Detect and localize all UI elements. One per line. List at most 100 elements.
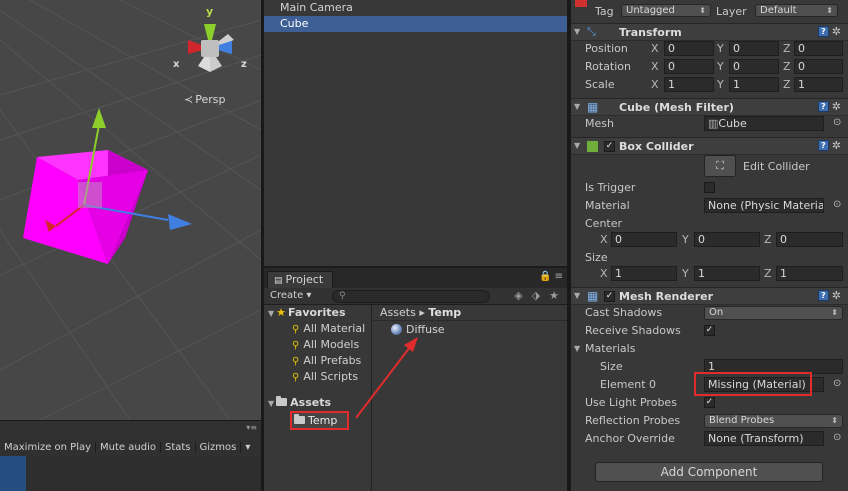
favorite-item[interactable]: ⚲ All Prefabs <box>264 353 371 369</box>
help-icon[interactable]: ? <box>817 290 829 301</box>
object-picker-icon[interactable]: ⊙ <box>833 378 841 389</box>
center-label: Center <box>585 217 623 230</box>
box-collider-header[interactable]: ▼ ✓ Box Collider ? ✲ <box>571 137 848 155</box>
gameobject-icon <box>575 0 587 7</box>
box-collider-enabled-checkbox[interactable]: ✓ <box>604 141 615 152</box>
scale-x-field[interactable]: 1 <box>664 77 714 92</box>
projection-toggle[interactable]: ≺ Persp <box>184 93 225 106</box>
collider-size-label: Size <box>585 251 608 264</box>
mesh-value: Cube <box>718 117 747 130</box>
folder-temp[interactable]: Temp <box>290 411 349 430</box>
project-search-input[interactable]: ⚲ <box>332 290 490 303</box>
gear-icon[interactable]: ✲ <box>832 290 841 301</box>
dropdown-arrow-icon: ⬍ <box>831 308 838 317</box>
is-trigger-checkbox[interactable]: ✓ <box>704 182 715 193</box>
hierarchy-item-main-camera[interactable]: Main Camera <box>264 0 567 16</box>
center-x-field[interactable]: 0 <box>611 232 677 247</box>
object-picker-icon[interactable]: ⊙ <box>833 117 841 128</box>
light-probes-checkbox[interactable]: ✓ <box>704 397 715 408</box>
favorite-item[interactable]: ⚲ All Material <box>264 321 371 337</box>
materials-size-label: Size <box>600 360 623 373</box>
reflection-probes-dropdown[interactable]: Blend Probes ⬍ <box>704 414 843 428</box>
axis-y-label: Y <box>717 78 724 91</box>
maximize-on-play-button[interactable]: Maximize on Play <box>0 441 97 453</box>
gizmos-button[interactable]: Gizmos <box>196 441 242 453</box>
size-y-field[interactable]: 1 <box>694 266 760 281</box>
edit-collider-button[interactable]: ⛶ <box>704 155 736 177</box>
favorite-item[interactable]: ⚲ All Models <box>264 337 371 353</box>
gizmos-dropdown-icon[interactable]: ▾ <box>241 442 254 453</box>
mesh-renderer-header[interactable]: ▼ ▦ ✓ Mesh Renderer ? ✲ <box>571 287 848 305</box>
object-picker-icon[interactable]: ⊙ <box>833 432 841 443</box>
receive-shadows-checkbox[interactable]: ✓ <box>704 325 715 336</box>
favorite-star-icon[interactable]: ★ <box>549 289 559 302</box>
center-z-field[interactable]: 0 <box>776 232 843 247</box>
game-view <box>0 456 261 491</box>
assets-header[interactable]: ▼ Assets <box>264 395 371 411</box>
position-label: Position <box>585 42 628 55</box>
collapse-icon[interactable]: ▼ <box>574 291 580 300</box>
search-icon: ⚲ <box>292 340 300 351</box>
hierarchy-item-cube[interactable]: Cube <box>264 16 567 32</box>
search-by-label-icon[interactable]: ⬗ <box>532 289 540 302</box>
element0-label: Element 0 <box>600 378 657 391</box>
center-y-field[interactable]: 0 <box>694 232 760 247</box>
asset-diffuse[interactable]: Diffuse <box>373 321 567 339</box>
breadcrumb-root[interactable]: Assets <box>380 306 416 319</box>
favorites-label: Favorites <box>288 306 346 319</box>
scale-z-field[interactable]: 1 <box>794 77 843 92</box>
gear-icon[interactable]: ✲ <box>832 140 841 151</box>
size-z-field[interactable]: 1 <box>776 266 843 281</box>
create-dropdown[interactable]: Create ▾ <box>270 290 311 301</box>
collapse-icon[interactable]: ▼ <box>574 102 580 111</box>
help-icon[interactable]: ? <box>817 26 829 37</box>
anchor-override-field[interactable]: None (Transform) <box>704 431 824 446</box>
game-toolbar-items: Maximize on Play Mute audio Stats Gizmos… <box>0 439 254 455</box>
tag-dropdown[interactable]: Untagged ⬍ <box>621 4 711 17</box>
scene-view[interactable]: y x z ≺ Persp <box>0 0 261 420</box>
mesh-field[interactable]: ▥Cube <box>704 116 824 131</box>
add-component-button[interactable]: Add Component <box>595 462 823 482</box>
position-y-field[interactable]: 0 <box>729 41 779 56</box>
size-x-field[interactable]: 1 <box>611 266 677 281</box>
position-x-field[interactable]: 0 <box>664 41 714 56</box>
favorites-header[interactable]: ▼ ★ Favorites <box>264 305 371 321</box>
box-collider-title: Box Collider <box>619 140 694 153</box>
mesh-filter-header[interactable]: ▼ ▦ Cube (Mesh Filter) ? ✲ <box>571 98 848 116</box>
favorite-item[interactable]: ⚲ All Scripts <box>264 369 371 385</box>
cast-shadows-dropdown[interactable]: On ⬍ <box>704 306 843 320</box>
favorite-label: All Material <box>303 322 366 335</box>
help-icon[interactable]: ? <box>817 140 829 151</box>
orientation-gizmo: y x z <box>173 5 247 72</box>
materials-row[interactable]: ▼ Materials <box>571 340 848 358</box>
tab-project[interactable]: ▤ Project <box>267 271 333 288</box>
project-tab-bar: ▤ Project 🔒 ≡ <box>264 268 567 288</box>
gear-icon[interactable]: ✲ <box>832 101 841 112</box>
physic-material-field[interactable]: None (Physic Materia <box>704 198 824 213</box>
axis-z-label: Z <box>783 60 791 73</box>
stats-button[interactable]: Stats <box>161 441 196 453</box>
collapse-icon[interactable]: ▼ <box>574 27 580 36</box>
mesh-row: Mesh ▥Cube ⊙ <box>571 115 848 133</box>
scale-label: Scale <box>585 78 615 91</box>
rotation-z-field[interactable]: 0 <box>794 59 843 74</box>
gear-icon[interactable]: ✲ <box>832 26 841 37</box>
mute-audio-button[interactable]: Mute audio <box>96 441 161 453</box>
mesh-filter-title: Cube (Mesh Filter) <box>619 101 734 114</box>
search-by-type-icon[interactable]: ◈ <box>514 289 522 302</box>
rotation-y-field[interactable]: 0 <box>729 59 779 74</box>
breadcrumb-current[interactable]: Temp <box>428 306 461 319</box>
scale-y-field[interactable]: 1 <box>729 77 779 92</box>
mesh-renderer-enabled-checkbox[interactable]: ✓ <box>604 291 615 302</box>
position-z-field[interactable]: 0 <box>794 41 843 56</box>
object-picker-icon[interactable]: ⊙ <box>833 199 841 210</box>
help-icon[interactable]: ? <box>817 101 829 112</box>
collapse-icon[interactable]: ▼ <box>574 344 580 353</box>
collapse-icon[interactable]: ▼ <box>574 141 580 150</box>
panel-menu-icon[interactable]: ▾≡ <box>246 423 257 432</box>
project-panel: ▤ Project 🔒 ≡ Create ▾ ⚲ ◈ ⬗ ★ ▼ ★ Favorite… <box>264 266 567 491</box>
panel-lock-icon[interactable]: 🔒 ≡ <box>539 271 563 282</box>
rotation-x-field[interactable]: 0 <box>664 59 714 74</box>
layer-dropdown[interactable]: Default ⬍ <box>755 4 838 17</box>
transform-header[interactable]: ▼ ⤡ Transform ? ✲ <box>571 23 848 41</box>
